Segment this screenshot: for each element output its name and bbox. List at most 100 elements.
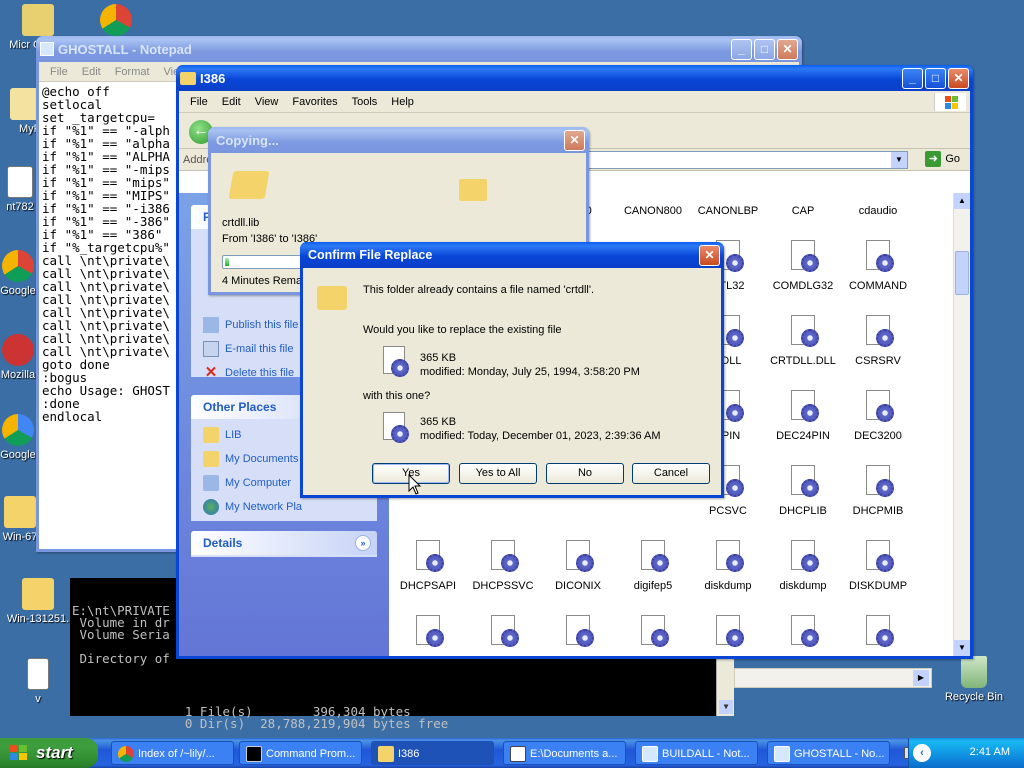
file-name: DOSPRINT [692,655,764,656]
taskbar-item-i386[interactable]: I386 [371,741,494,765]
file-name: diskdump [779,580,827,592]
close-button[interactable]: ✕ [699,244,720,266]
explorer-titlebar[interactable]: I386 _ □ ✕ [176,65,973,91]
file-item[interactable]: digifep5 [617,540,689,592]
cancel-button[interactable]: Cancel [632,463,710,484]
menu-file[interactable]: File [183,96,215,108]
system-file-icon [787,240,819,274]
file-item[interactable]: DHCPMIB [842,465,914,517]
google-icon [2,414,34,446]
start-button[interactable]: start [0,738,98,768]
file-item[interactable]: DEC24PIN [767,390,839,442]
file-item[interactable]: diskperf [392,615,464,656]
file-name: PCSVC [709,505,747,517]
file-item[interactable]: CSRSRV [842,315,914,367]
confirm-titlebar[interactable]: Confirm File Replace ✕ [300,242,724,268]
scroll-down-arrow[interactable]: ▼ [719,700,733,714]
system-file-icon [412,615,444,649]
system-file-icon [487,540,519,574]
file-item[interactable]: DPMI32 [767,615,839,656]
file-name: DISKREG [467,655,539,656]
system-file-icon [862,615,894,649]
details-header[interactable]: Details » [191,531,377,555]
file-name: DICONIX [555,580,601,592]
file-item[interactable]: DISKDUMP [842,540,914,592]
scroll-right-arrow[interactable]: ▶ [913,670,929,686]
file-item[interactable]: dlttape [617,615,689,656]
file-item[interactable]: DOSPRINT [692,615,764,656]
window-title: I386 [200,70,226,86]
close-button[interactable]: ✕ [564,129,585,151]
menu-file[interactable]: File [43,66,75,78]
menu-edit[interactable]: Edit [215,96,248,108]
system-file-icon [637,615,669,649]
file-item[interactable]: DHCPLIB [767,465,839,517]
vertical-scrollbar[interactable]: ▲ ▼ [953,193,970,656]
desktop-icon-win131251[interactable]: Win-131251. [0,578,78,625]
minimize-button[interactable]: _ [902,67,923,89]
file-item[interactable]: dptscsi [842,615,914,656]
place-my-network-link[interactable]: My Network Pla [191,495,377,519]
explorer-menubar: File Edit View Favorites Tools Help [179,91,970,113]
maximize-button[interactable]: □ [754,38,775,60]
taskbar-item-buildall[interactable]: BUILDALL - Not... [635,741,758,765]
desktop-icon-v[interactable]: v [0,658,78,705]
file-item[interactable]: COMMAND [842,240,914,292]
menu-view[interactable]: View [248,96,286,108]
details-panel: Details » [191,531,377,557]
file-item[interactable]: DICONIX [542,540,614,592]
yes-to-all-button[interactable]: Yes to All [459,463,537,484]
menu-edit[interactable]: Edit [75,66,108,78]
taskbar-item-chrome[interactable]: Index of /~lily/... [111,741,234,765]
desktop-icon-chrome[interactable] [76,4,156,39]
notepad-titlebar[interactable]: GHOSTALL - Notepad _ □ ✕ [36,36,802,62]
taskbar-item-command-prompt[interactable]: Command Prom... [239,741,362,765]
file-icon [7,166,33,198]
menu-help[interactable]: Help [384,96,421,108]
file-item[interactable]: DLCAPI [542,615,614,656]
copy-progress-bar [222,255,302,269]
network-icon [203,499,219,515]
close-button[interactable]: ✕ [948,67,969,89]
file-item[interactable]: DEC3200 [842,390,914,442]
no-button[interactable]: No [546,463,624,484]
taskbar-item-documents[interactable]: E:\Documents a... [503,741,626,765]
menu-favorites[interactable]: Favorites [285,96,344,108]
chevron-down-icon[interactable]: » [355,535,371,551]
file-name: DEC24PIN [776,430,830,442]
folder-icon [4,496,36,528]
file-item[interactable]: CRTDLL.DLL [767,315,839,367]
existing-file-modified: modified: Monday, July 25, 1994, 3:58:20… [420,366,640,378]
file-name: CANON800 [623,205,683,217]
file-item[interactable]: cdaudio [842,165,914,217]
tray-expand-icon[interactable]: ‹ [913,744,931,762]
console-icon [246,746,262,762]
scroll-thumb[interactable] [955,251,969,295]
file-item[interactable]: COMDLG32 [767,240,839,292]
google-icon [2,250,34,282]
file-item[interactable]: CAP [767,165,839,217]
desktop-icon-recycle-bin[interactable]: Recycle Bin [934,656,1014,703]
copying-titlebar[interactable]: Copying... ✕ [208,127,589,153]
menu-format[interactable]: Format [108,66,157,78]
file-item[interactable]: DISKREG [467,615,539,656]
minimize-button[interactable]: _ [731,38,752,60]
file-item[interactable]: diskdump [767,540,839,592]
menu-tools[interactable]: Tools [345,96,385,108]
scroll-up-arrow[interactable]: ▲ [954,193,970,209]
windows-logo-icon [934,93,966,111]
file-item[interactable]: CANON800 [617,165,689,217]
close-button[interactable]: ✕ [777,38,798,60]
scroll-down-arrow[interactable]: ▼ [954,640,970,656]
go-button[interactable]: ➜ Go [925,151,960,167]
maximize-button[interactable]: □ [925,67,946,89]
file-item[interactable]: DHCPSAPI [392,540,464,592]
horizontal-scrollbar[interactable]: ▶ [734,668,932,688]
file-item[interactable]: CANONLBP [692,165,764,217]
clock[interactable]: 2:41 AM [970,746,1010,758]
taskbar-item-ghostall[interactable]: GHOSTALL - No... [767,741,890,765]
file-item[interactable]: diskdump [692,540,764,592]
copying-filename: crtdll.lib [222,217,260,229]
file-item[interactable]: DHCPSSVC [467,540,539,592]
confirm-replace-dialog[interactable]: Confirm File Replace ✕ This folder alrea… [300,242,724,498]
